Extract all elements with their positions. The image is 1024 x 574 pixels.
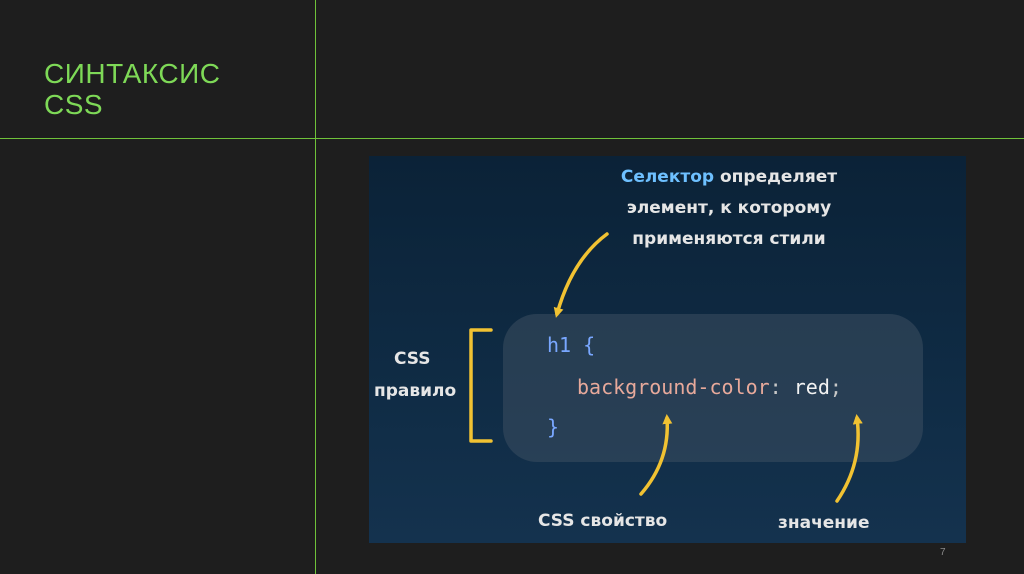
horizontal-divider: [0, 138, 1024, 139]
slide-title-line2: CSS: [44, 89, 104, 120]
rule-bracket: [469, 328, 493, 443]
vertical-divider: [315, 0, 316, 574]
slide-number: 7: [940, 547, 946, 558]
slide-title: СИНТАКСИС CSS: [44, 58, 220, 120]
value-arrow: [835, 414, 863, 503]
selector-arrow: [553, 232, 609, 318]
diagram-annotations: [469, 232, 863, 503]
property-arrow: [639, 414, 673, 496]
css-syntax-diagram: Селектор определяет элемент, к которому …: [369, 156, 966, 543]
slide-title-line1: СИНТАКСИС: [44, 58, 221, 89]
